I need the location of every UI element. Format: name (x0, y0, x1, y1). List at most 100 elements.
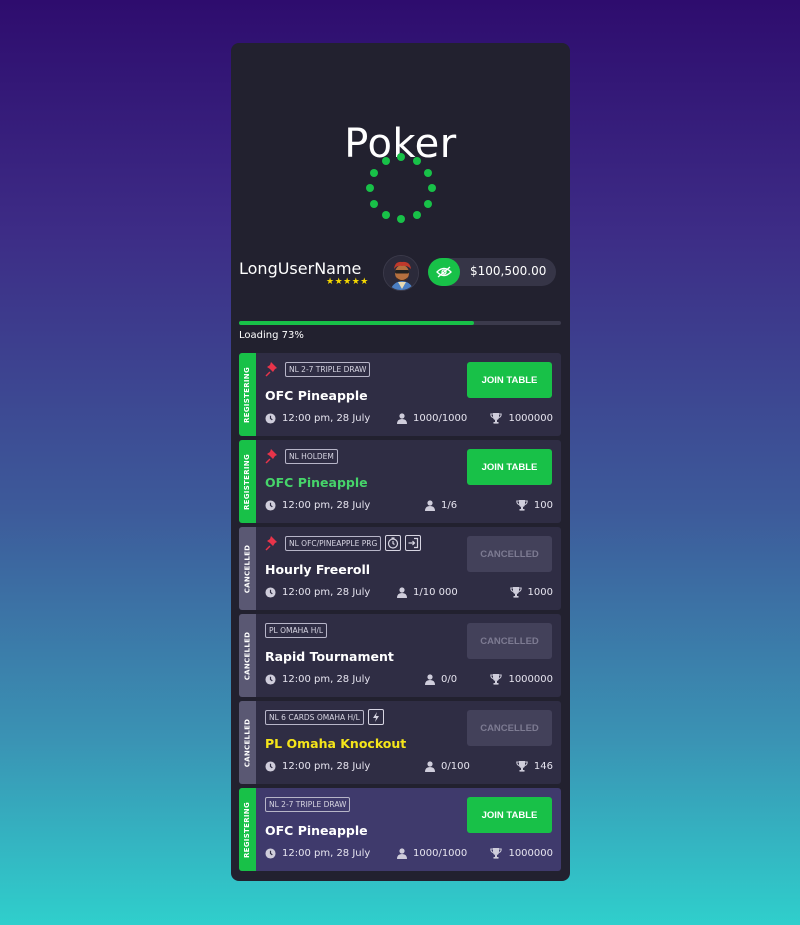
tag-row: NL OFC/PINEAPPLE PRG (265, 535, 422, 551)
lightning-icon (367, 709, 384, 725)
spinner-dot (397, 153, 405, 161)
user-rating-stars: ★★★★★ (326, 277, 369, 287)
avatar-image (384, 256, 418, 290)
clock-icon (265, 500, 276, 511)
start-time-text: 12:00 pm, 28 July (282, 587, 371, 598)
spinner-dot (381, 210, 390, 219)
join-table-button[interactable]: JOIN TABLE (467, 362, 552, 398)
meta-row: 12:00 pm, 28 July 1000/1000 1000000 (265, 413, 553, 427)
start-time: 12:00 pm, 28 July (265, 848, 370, 859)
spinner-dot (381, 157, 390, 166)
join-table-button[interactable]: JOIN TABLE (467, 797, 552, 833)
tournament-card[interactable]: CANCELLED NL OFC/PINEAPPLE PRG Hourly Free… (239, 527, 561, 610)
user-icon (425, 761, 435, 772)
status-strip: CANCELLED (239, 527, 256, 610)
trophy-icon (509, 587, 522, 598)
tournament-card[interactable]: REGISTERING NL 2-7 TRIPLE DRAW OFC Pineapp… (239, 353, 561, 436)
eye-off-icon (436, 266, 452, 278)
tournament-list: REGISTERING NL 2-7 TRIPLE DRAW OFC Pineapp… (239, 353, 561, 875)
pin-icon (265, 362, 277, 377)
user-icon (397, 848, 407, 859)
player-count: 1/6 (425, 500, 457, 511)
prize-pool-text: 146 (533, 761, 553, 772)
player-count-text: 1000/1000 (413, 413, 468, 424)
meta-row: 12:00 pm, 28 July 0/100 146 (265, 761, 553, 775)
prize-pool: 146 (516, 761, 553, 772)
player-count: 0/0 (425, 674, 457, 685)
meta-row: 12:00 pm, 28 July 1/6 100 (265, 500, 553, 514)
loading-spinner-icon (366, 153, 436, 223)
meta-row: 12:00 pm, 28 July 0/0 1000000 (265, 674, 553, 688)
status-strip: REGISTERING (239, 440, 256, 523)
user-icon (397, 413, 407, 424)
tournament-card[interactable]: REGISTERING NL HOLDEM OFC Pineapple 12:00 p… (239, 440, 561, 523)
timer-icon (385, 535, 402, 551)
cancelled-button[interactable]: CANCELLED (467, 623, 552, 659)
tag-row: NL HOLDEM (265, 448, 338, 464)
game-type-tag: NL 2-7 TRIPLE DRAW (265, 796, 351, 812)
tournament-card[interactable]: CANCELLED PL OMAHA H/L Rapid Tournament 12:… (239, 614, 561, 697)
prize-pool-text: 1000000 (508, 413, 553, 424)
player-count-text: 0/100 (441, 761, 470, 772)
player-count-text: 1/10 000 (413, 587, 458, 598)
tag-row: NL 6 CARDS OMAHA H/L (265, 709, 384, 725)
balance-pill: $100,500.00 (428, 258, 556, 286)
tournament-title: Rapid Tournament (265, 649, 394, 664)
loading-label: Loading 73% (239, 330, 304, 341)
pin-icon (265, 536, 277, 551)
clock-icon (265, 587, 276, 598)
user-icon (425, 674, 435, 685)
status-label: REGISTERING (243, 366, 252, 423)
status-label: REGISTERING (243, 453, 252, 510)
clock-icon (265, 674, 276, 685)
start-time-text: 12:00 pm, 28 July (282, 500, 371, 511)
hide-balance-button[interactable] (428, 258, 460, 286)
spinner-dot (397, 215, 405, 223)
meta-row: 12:00 pm, 28 July 1000/1000 1000000 (265, 848, 553, 862)
spinner-dot (423, 168, 432, 177)
avatar[interactable] (383, 255, 419, 291)
start-time-text: 12:00 pm, 28 July (282, 761, 371, 772)
start-time-text: 12:00 pm, 28 July (282, 848, 371, 859)
status-strip: REGISTERING (239, 788, 256, 871)
trophy-icon (490, 674, 503, 685)
spinner-dot (370, 168, 379, 177)
tag-row: NL 2-7 TRIPLE DRAW (265, 796, 351, 812)
status-label: CANCELLED (243, 544, 252, 593)
prize-pool-text: 1000 (527, 587, 553, 598)
player-count-text: 0/0 (441, 674, 458, 685)
cancelled-button[interactable]: CANCELLED (467, 710, 552, 746)
tournament-card[interactable]: REGISTERING NL 2-7 TRIPLE DRAW OFC Pineapp… (239, 788, 561, 871)
loading-progress-bar (239, 321, 561, 325)
prize-pool: 1000000 (490, 413, 553, 424)
clock-icon (265, 413, 276, 424)
start-time-text: 12:00 pm, 28 July (282, 413, 371, 424)
balance-amount: $100,500.00 (470, 264, 547, 278)
spinner-dot (428, 184, 436, 192)
game-type-tag: PL OMAHA H/L (265, 622, 328, 638)
tournament-title: PL Omaha Knockout (265, 736, 407, 751)
tag-row: NL 2-7 TRIPLE DRAW (265, 361, 371, 377)
trophy-icon (490, 848, 503, 859)
player-count: 1/10 000 (397, 587, 458, 598)
game-type-tag: NL 2-7 TRIPLE DRAW (285, 361, 371, 377)
meta-row: 12:00 pm, 28 July 1/10 000 1000 (265, 587, 553, 601)
trophy-icon (516, 500, 528, 511)
clock-icon (265, 761, 276, 772)
start-time-text: 12:00 pm, 28 July (282, 674, 371, 685)
spinner-dot (412, 157, 421, 166)
game-type-tag: NL OFC/PINEAPPLE PRG (285, 535, 382, 551)
prize-pool-text: 1000000 (508, 848, 553, 859)
join-table-button[interactable]: JOIN TABLE (467, 449, 552, 485)
status-label: REGISTERING (243, 801, 252, 858)
tournament-card[interactable]: CANCELLED NL 6 CARDS OMAHA H/L PL Omaha Kn… (239, 701, 561, 784)
loading-progress-fill (239, 321, 475, 325)
spinner-dot (366, 184, 374, 192)
prize-pool: 1000000 (490, 848, 553, 859)
user-icon (397, 587, 407, 598)
cancelled-button[interactable]: CANCELLED (467, 536, 552, 572)
status-label: CANCELLED (243, 631, 252, 680)
login-icon (405, 535, 422, 551)
status-strip: CANCELLED (239, 701, 256, 784)
pin-icon (265, 449, 277, 464)
